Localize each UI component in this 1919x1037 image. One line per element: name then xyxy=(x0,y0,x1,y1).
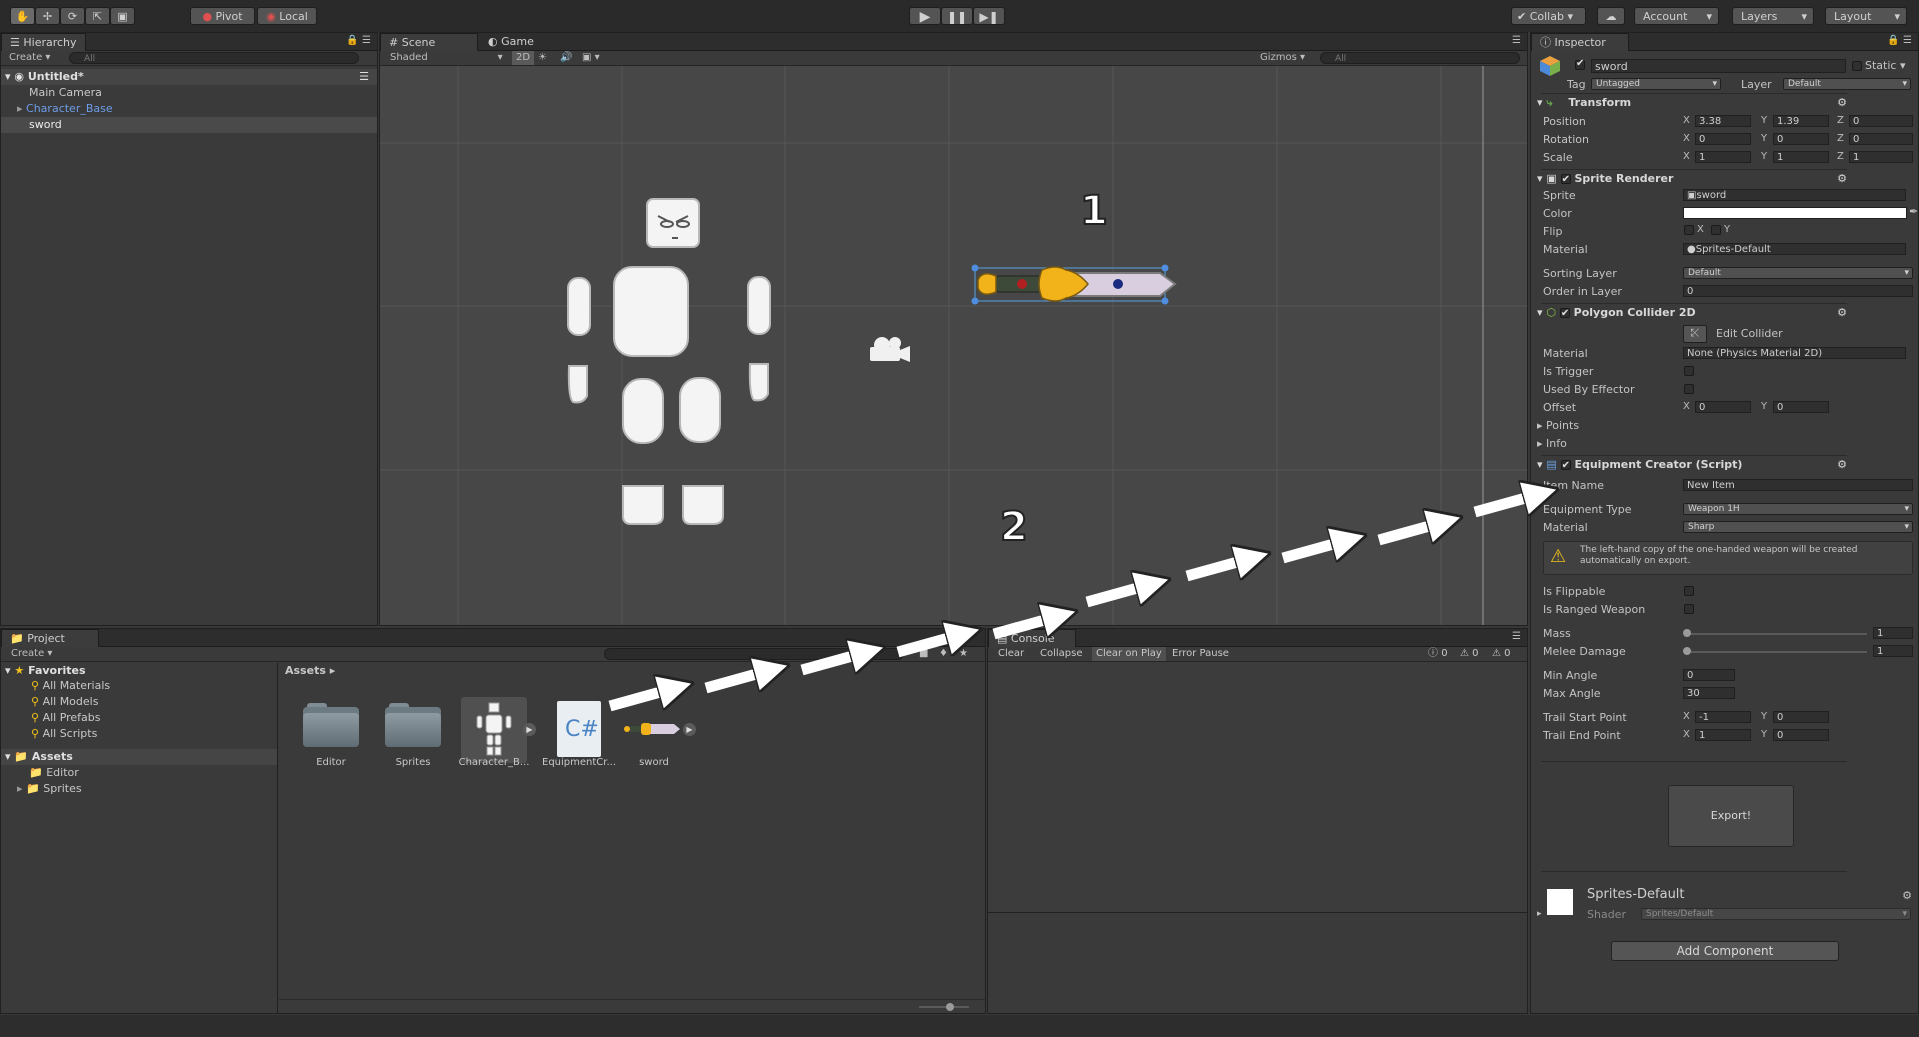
arrow xyxy=(992,616,1059,640)
arrow xyxy=(800,652,867,676)
arrow xyxy=(1377,522,1444,546)
arrow xyxy=(896,634,963,658)
arrow xyxy=(1185,558,1252,582)
arrow xyxy=(704,670,771,694)
arrow xyxy=(1281,540,1348,564)
tutorial-arrows-overlay xyxy=(608,0,1919,712)
arrow xyxy=(1473,494,1540,518)
arrow xyxy=(608,688,675,712)
arrow xyxy=(1085,584,1152,608)
